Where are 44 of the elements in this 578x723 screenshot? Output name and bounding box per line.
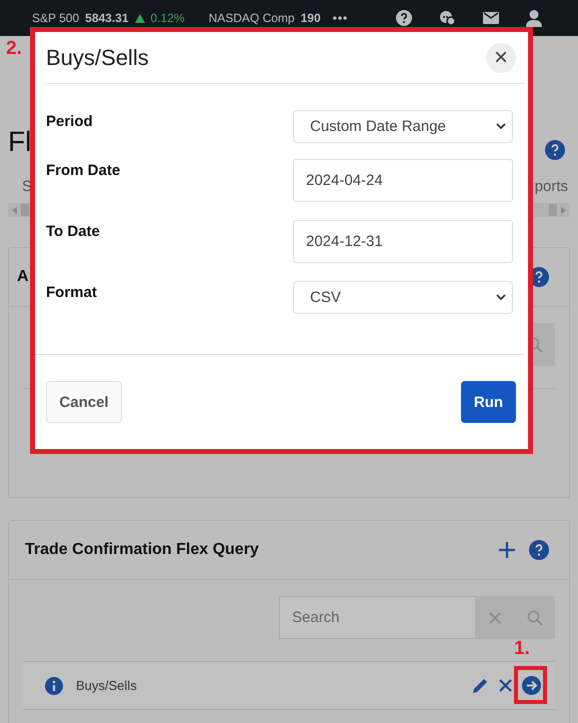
chevron-down-icon	[496, 294, 506, 301]
page-title: Fl	[8, 126, 32, 158]
field-label: To Date	[46, 222, 100, 240]
help-icon[interactable]	[529, 540, 549, 560]
dropdown[interactable]: CSV	[293, 281, 513, 314]
run-button[interactable]: Run	[461, 381, 516, 423]
ticker-value: 190	[300, 11, 321, 25]
ticker-name: S&P 500	[32, 11, 80, 25]
date-field[interactable]: 2024-04-24	[293, 159, 513, 202]
scrollbar-thumb[interactable]	[21, 204, 29, 216]
dialog-title: Buys/Sells	[46, 44, 149, 70]
ticker-value: 5843.31	[85, 11, 129, 25]
chat-icon[interactable]	[439, 10, 456, 26]
search-field[interactable]: Search	[279, 596, 475, 639]
ticker-name: NASDAQ Comp	[208, 11, 295, 25]
field-label: From Date	[46, 161, 120, 179]
mail-icon[interactable]	[483, 12, 499, 24]
section-title: A	[17, 268, 30, 286]
help-icon[interactable]	[545, 140, 565, 160]
scrollbar-thumb[interactable]	[549, 204, 557, 216]
arrow-circle-icon[interactable]	[522, 676, 541, 695]
query-name: Buys/Sells	[76, 678, 138, 693]
dropdown[interactable]: Custom Date Range	[293, 110, 513, 143]
section-title: Trade Confirmation Flex Query	[25, 541, 260, 559]
more-button[interactable]: •••	[332, 11, 348, 25]
help-icon[interactable]	[396, 10, 412, 26]
field-label: Format	[46, 283, 97, 301]
up-triangle-icon	[134, 14, 145, 22]
user-icon[interactable]	[526, 10, 542, 26]
close-button[interactable]: ×	[486, 42, 516, 72]
chevron-down-icon	[496, 123, 506, 130]
plus-icon[interactable]	[499, 542, 515, 558]
info-icon[interactable]	[45, 676, 63, 694]
delete-icon[interactable]	[499, 679, 512, 692]
tab[interactable]: ports	[534, 178, 568, 195]
cancel-button[interactable]: Cancel	[46, 381, 122, 423]
pencil-icon[interactable]	[471, 676, 489, 694]
step-label: 1.	[514, 638, 530, 660]
close-icon	[489, 612, 501, 624]
date-field[interactable]: 2024-12-31	[293, 220, 513, 263]
ticker-change: 0.12%	[150, 11, 185, 25]
search-icon	[527, 610, 543, 626]
field-label: Period	[46, 112, 93, 130]
step-label: 2.	[6, 38, 22, 60]
